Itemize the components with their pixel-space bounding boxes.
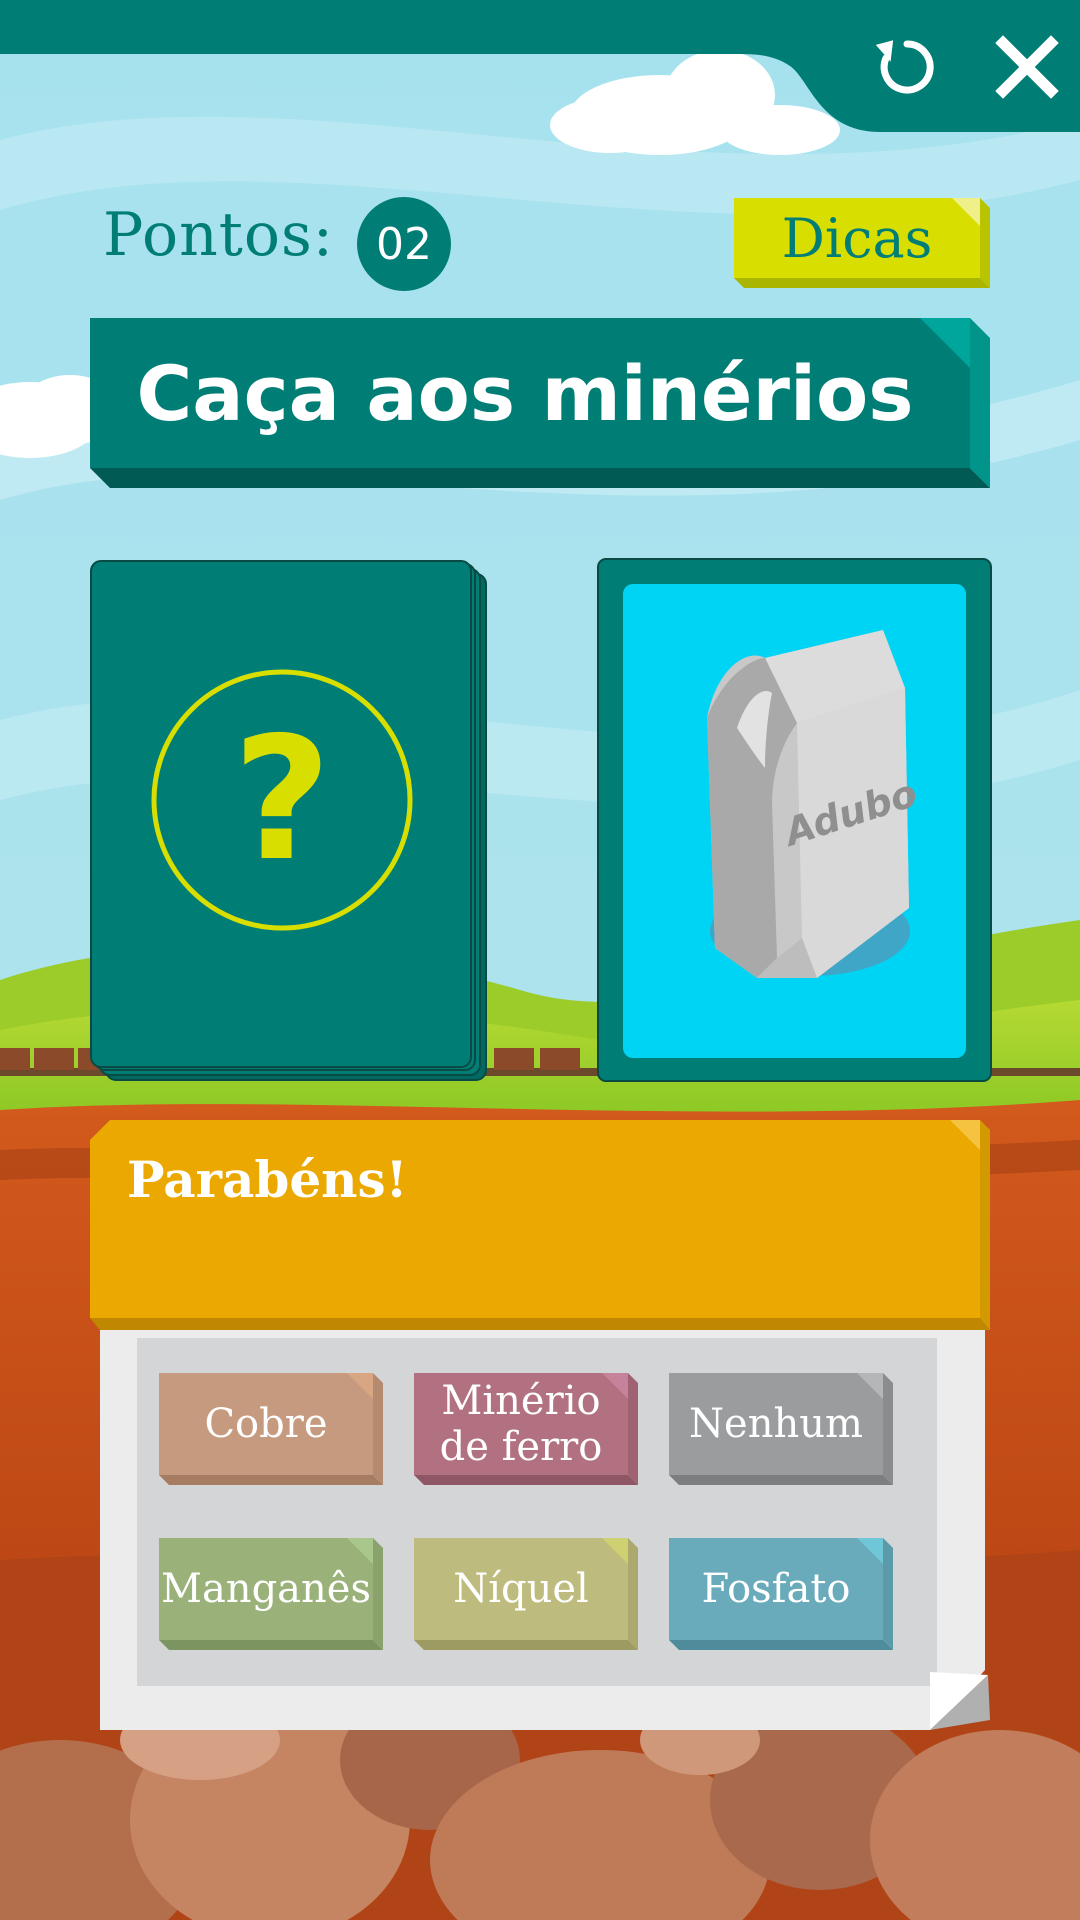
reload-icon	[875, 40, 934, 94]
option-fosfato[interactable]: Fosfato	[669, 1538, 893, 1650]
option-label: Cobre	[204, 1401, 328, 1447]
revealed-card: Adubo	[597, 558, 992, 1083]
option-cobre[interactable]: Cobre	[159, 1373, 383, 1485]
question-mark: ?	[233, 701, 332, 899]
option-label: Manganês	[161, 1566, 371, 1612]
option-label: Níquel	[453, 1566, 589, 1612]
option-minerio-de-ferro[interactable]: Minério de ferro	[414, 1373, 638, 1485]
option-label: Nenhum	[689, 1401, 863, 1447]
reload-button[interactable]	[852, 12, 962, 122]
card-deck[interactable]: ?	[90, 560, 490, 1085]
game-screen: Pontos: 02 Dicas Caça aos minérios ? Adu…	[0, 0, 1080, 1920]
close-icon	[995, 35, 1059, 99]
option-niquel[interactable]: Níquel	[414, 1538, 638, 1650]
option-label: Minério de ferro	[439, 1378, 603, 1470]
hints-label: Dicas	[781, 206, 933, 270]
option-nenhum[interactable]: Nenhum	[669, 1373, 893, 1485]
score-label: Pontos:	[103, 200, 334, 270]
option-manganes[interactable]: Manganês	[159, 1538, 383, 1650]
title-banner: Caça aos minérios	[90, 318, 990, 488]
close-button[interactable]	[972, 12, 1080, 122]
page-title: Caça aos minérios	[136, 348, 914, 438]
hints-button[interactable]: Dicas	[734, 198, 990, 288]
option-label: Fosfato	[701, 1566, 851, 1612]
question-icon: ?	[151, 669, 413, 931]
feedback-panel: Parabéns!	[90, 1120, 990, 1330]
revealed-card-graphic: Adubo	[597, 558, 992, 1082]
feedback-message: Parabéns!	[127, 1150, 408, 1209]
score-value: 02	[357, 197, 451, 291]
